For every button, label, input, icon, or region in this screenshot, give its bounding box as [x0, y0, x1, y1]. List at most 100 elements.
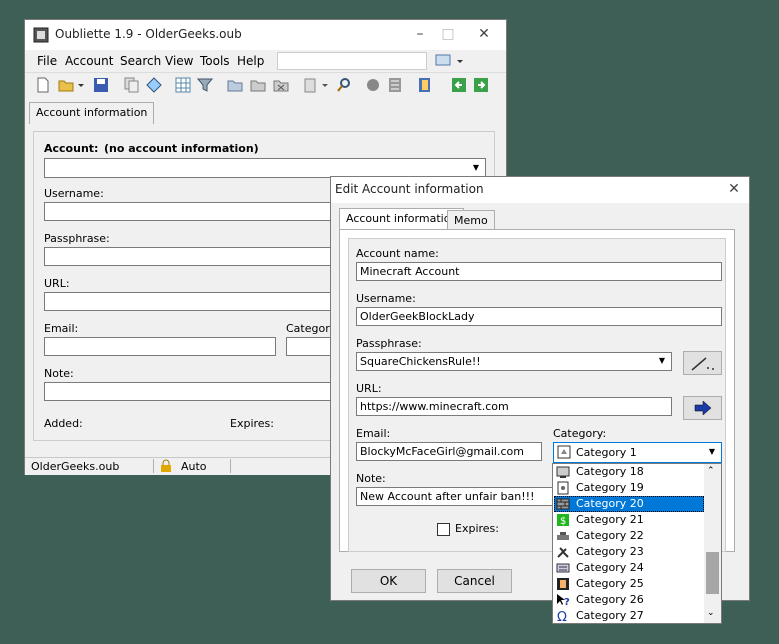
- scroll-down-icon[interactable]: ⌄: [707, 608, 715, 618]
- arrow-right-icon: [694, 400, 711, 416]
- list-item-label: Category 19: [576, 481, 644, 494]
- status-file: OlderGeeks.oub: [31, 460, 120, 473]
- dollar-icon: $: [557, 514, 569, 527]
- url-field[interactable]: https://www.minecraft.com: [356, 397, 672, 416]
- generate-icon[interactable]: [365, 77, 381, 93]
- close-icon[interactable]: ✕: [723, 179, 745, 199]
- list-item[interactable]: Category 18: [554, 464, 704, 480]
- delete-folder-icon[interactable]: [273, 77, 289, 93]
- email-label: Email:: [356, 427, 391, 440]
- keyboard-icon: [556, 563, 570, 573]
- email-field[interactable]: BlockyMcFaceGirl@gmail.com: [356, 442, 542, 461]
- help-cursor-icon: ?: [557, 594, 570, 607]
- menu-help[interactable]: Help: [237, 54, 264, 68]
- ok-button[interactable]: OK: [351, 569, 426, 593]
- list-item[interactable]: Category 20: [554, 496, 704, 512]
- filter-icon[interactable]: [197, 77, 213, 93]
- list-item[interactable]: Category 23: [554, 544, 704, 560]
- cancel-label: Cancel: [454, 574, 495, 588]
- note-field[interactable]: New Account after unfair ban!!!: [356, 487, 556, 506]
- menu-file[interactable]: File: [37, 54, 57, 68]
- new-file-icon[interactable]: [35, 77, 51, 93]
- added-label: Added:: [44, 417, 83, 430]
- list-item[interactable]: Category 25: [554, 576, 704, 592]
- diamond-icon[interactable]: [146, 77, 162, 93]
- list-item[interactable]: ? Category 26: [554, 592, 704, 608]
- dialog-title: Edit Account information: [335, 182, 484, 196]
- paste-icon[interactable]: [303, 77, 319, 93]
- search-input[interactable]: [277, 52, 427, 70]
- tab-account-information[interactable]: Account information: [29, 102, 155, 124]
- list-item[interactable]: $ Category 21: [554, 512, 704, 528]
- tab-account-information[interactable]: Account information: [339, 208, 465, 230]
- status-separator: [153, 459, 154, 473]
- tools-icon: [557, 547, 569, 558]
- passphrase-value: SquareChickensRule!!: [360, 355, 481, 368]
- svg-text:Ω: Ω: [557, 610, 567, 623]
- expires-label: Expires:: [455, 522, 499, 535]
- list-item-label: Category 24: [576, 561, 644, 574]
- passphrase-combo[interactable]: SquareChickensRule!! ▼: [356, 352, 672, 371]
- edit-folder-icon[interactable]: [250, 77, 266, 93]
- cancel-button[interactable]: Cancel: [437, 569, 512, 593]
- menu-account[interactable]: Account: [65, 54, 113, 68]
- menu-tools[interactable]: Tools: [200, 54, 230, 68]
- minimize-icon[interactable]: –: [409, 24, 431, 44]
- account-name-field[interactable]: Minecraft Account: [356, 262, 722, 281]
- email-field[interactable]: [44, 337, 276, 356]
- copy-icon[interactable]: [123, 77, 139, 93]
- scrollbar-thumb[interactable]: [706, 552, 719, 594]
- account-combo[interactable]: ▼: [44, 158, 486, 178]
- open-dropdown-icon[interactable]: [77, 77, 85, 93]
- url-label: URL:: [356, 382, 382, 395]
- generate-passphrase-button[interactable]: [683, 351, 722, 375]
- chevron-down-icon: ▼: [708, 447, 716, 456]
- list-item-label: Category 27: [576, 609, 644, 622]
- wand-icon: [691, 357, 714, 371]
- grid-icon[interactable]: [175, 77, 191, 93]
- book-icon[interactable]: [417, 77, 433, 93]
- account-value: (no account information): [104, 142, 259, 155]
- document-icon: [557, 481, 569, 495]
- url-label: URL:: [44, 277, 70, 290]
- list-item[interactable]: Ω Category 27: [554, 608, 704, 624]
- menu-search[interactable]: Search: [120, 54, 161, 68]
- menu-view[interactable]: View: [165, 54, 193, 68]
- find-icon[interactable]: [336, 77, 352, 93]
- film-icon: [557, 578, 569, 590]
- lock-icon: [161, 459, 171, 472]
- dialog-title-bar: Edit Account information ✕: [331, 177, 749, 203]
- forward-arrow-icon[interactable]: [473, 77, 489, 93]
- open-folder-icon[interactable]: [58, 77, 74, 93]
- category-combo[interactable]: Category 1 ▼: [553, 442, 722, 463]
- close-icon[interactable]: ✕: [473, 24, 495, 44]
- main-title-bar: Oubliette 1.9 - OlderGeeks.oub – □ ✕: [25, 20, 506, 50]
- search-options-icon[interactable]: [435, 53, 465, 69]
- main-toolbar: [25, 72, 506, 99]
- chevron-down-icon: ▼: [658, 356, 666, 365]
- maximize-icon[interactable]: □: [437, 24, 459, 44]
- category-dropdown-list[interactable]: Category 18 Category 19 Category 20 $ Ca…: [552, 463, 722, 624]
- back-arrow-icon[interactable]: [451, 77, 467, 93]
- list-item[interactable]: Category 19: [554, 480, 704, 496]
- list-item[interactable]: Category 22: [554, 528, 704, 544]
- status-separator: [230, 459, 231, 473]
- username-label: Username:: [44, 187, 104, 200]
- list-item[interactable]: Category 24: [554, 560, 704, 576]
- svg-text:?: ?: [564, 597, 570, 607]
- list-item-label: Category 18: [576, 465, 644, 478]
- paste-dropdown-icon[interactable]: [321, 77, 329, 93]
- list-icon[interactable]: [387, 77, 403, 93]
- scroll-up-icon[interactable]: ⌃: [707, 466, 715, 476]
- dropdown-scrollbar[interactable]: ⌃ ⌄: [704, 464, 721, 623]
- username-field[interactable]: OlderGeekBlockLady: [356, 307, 722, 326]
- category-icon: [557, 445, 571, 459]
- note-label: Note:: [356, 472, 386, 485]
- open-url-button[interactable]: [683, 396, 722, 420]
- account-label: Account:: [44, 142, 99, 155]
- save-icon[interactable]: [93, 77, 109, 93]
- list-item-label: Category 23: [576, 545, 644, 558]
- tab-memo[interactable]: Memo: [447, 210, 495, 230]
- expires-checkbox[interactable]: [437, 523, 450, 536]
- folder-icon[interactable]: [227, 77, 243, 93]
